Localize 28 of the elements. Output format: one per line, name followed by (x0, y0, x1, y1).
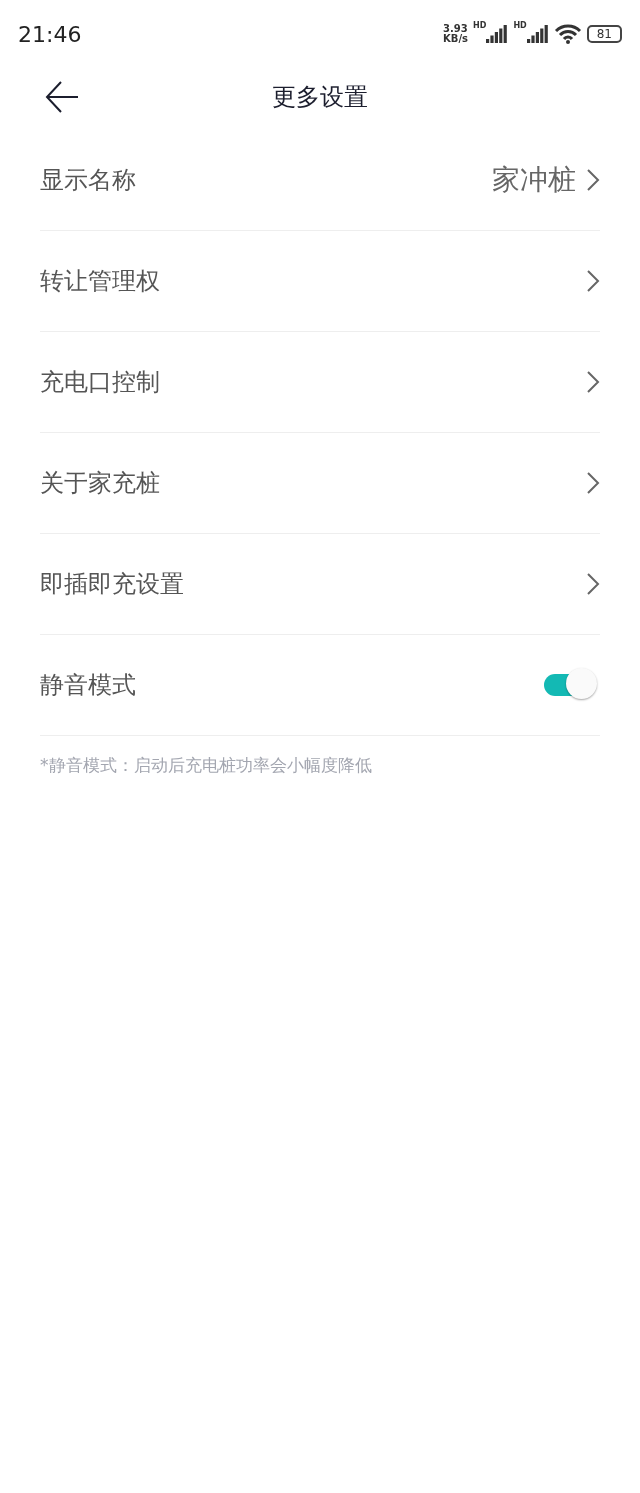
settings-row[interactable]: 转让管理权 (40, 231, 600, 332)
setting-value: 家冲桩 (492, 162, 576, 198)
chevron-right-icon (586, 370, 600, 394)
setting-label: 关于家充桩 (40, 468, 160, 499)
signal-icon (486, 25, 509, 43)
settings-row[interactable]: 即插即充设置 (40, 534, 600, 635)
battery-icon: 81 (586, 25, 622, 43)
status-time: 21:46 (18, 21, 82, 47)
network-speed: 3.93 (443, 24, 469, 34)
setting-label: 显示名称 (40, 165, 136, 196)
settings-row[interactable]: 充电口控制 (40, 332, 600, 433)
page-title: 更多设置 (272, 81, 368, 113)
signal-icon (526, 25, 549, 43)
footnote: *静音模式：启动后充电桩功率会小幅度降低 (40, 754, 373, 777)
settings-row[interactable]: 关于家充桩 (40, 433, 600, 534)
network-speed-unit: KB/s (443, 34, 469, 44)
setting-label: 转让管理权 (40, 266, 160, 297)
chevron-right-icon (586, 269, 600, 293)
chevron-right-icon (586, 168, 600, 192)
chevron-right-icon (586, 572, 600, 596)
setting-label: 即插即充设置 (40, 569, 184, 600)
setting-label: 静音模式 (40, 670, 136, 701)
chevron-right-icon (586, 471, 600, 495)
network-type-label: HD (473, 21, 487, 30)
wifi-icon (553, 24, 582, 44)
setting-label: 充电口控制 (40, 367, 160, 398)
network-type-label: HD (513, 21, 527, 30)
settings-row[interactable]: 显示名称 家冲桩 (40, 130, 600, 231)
